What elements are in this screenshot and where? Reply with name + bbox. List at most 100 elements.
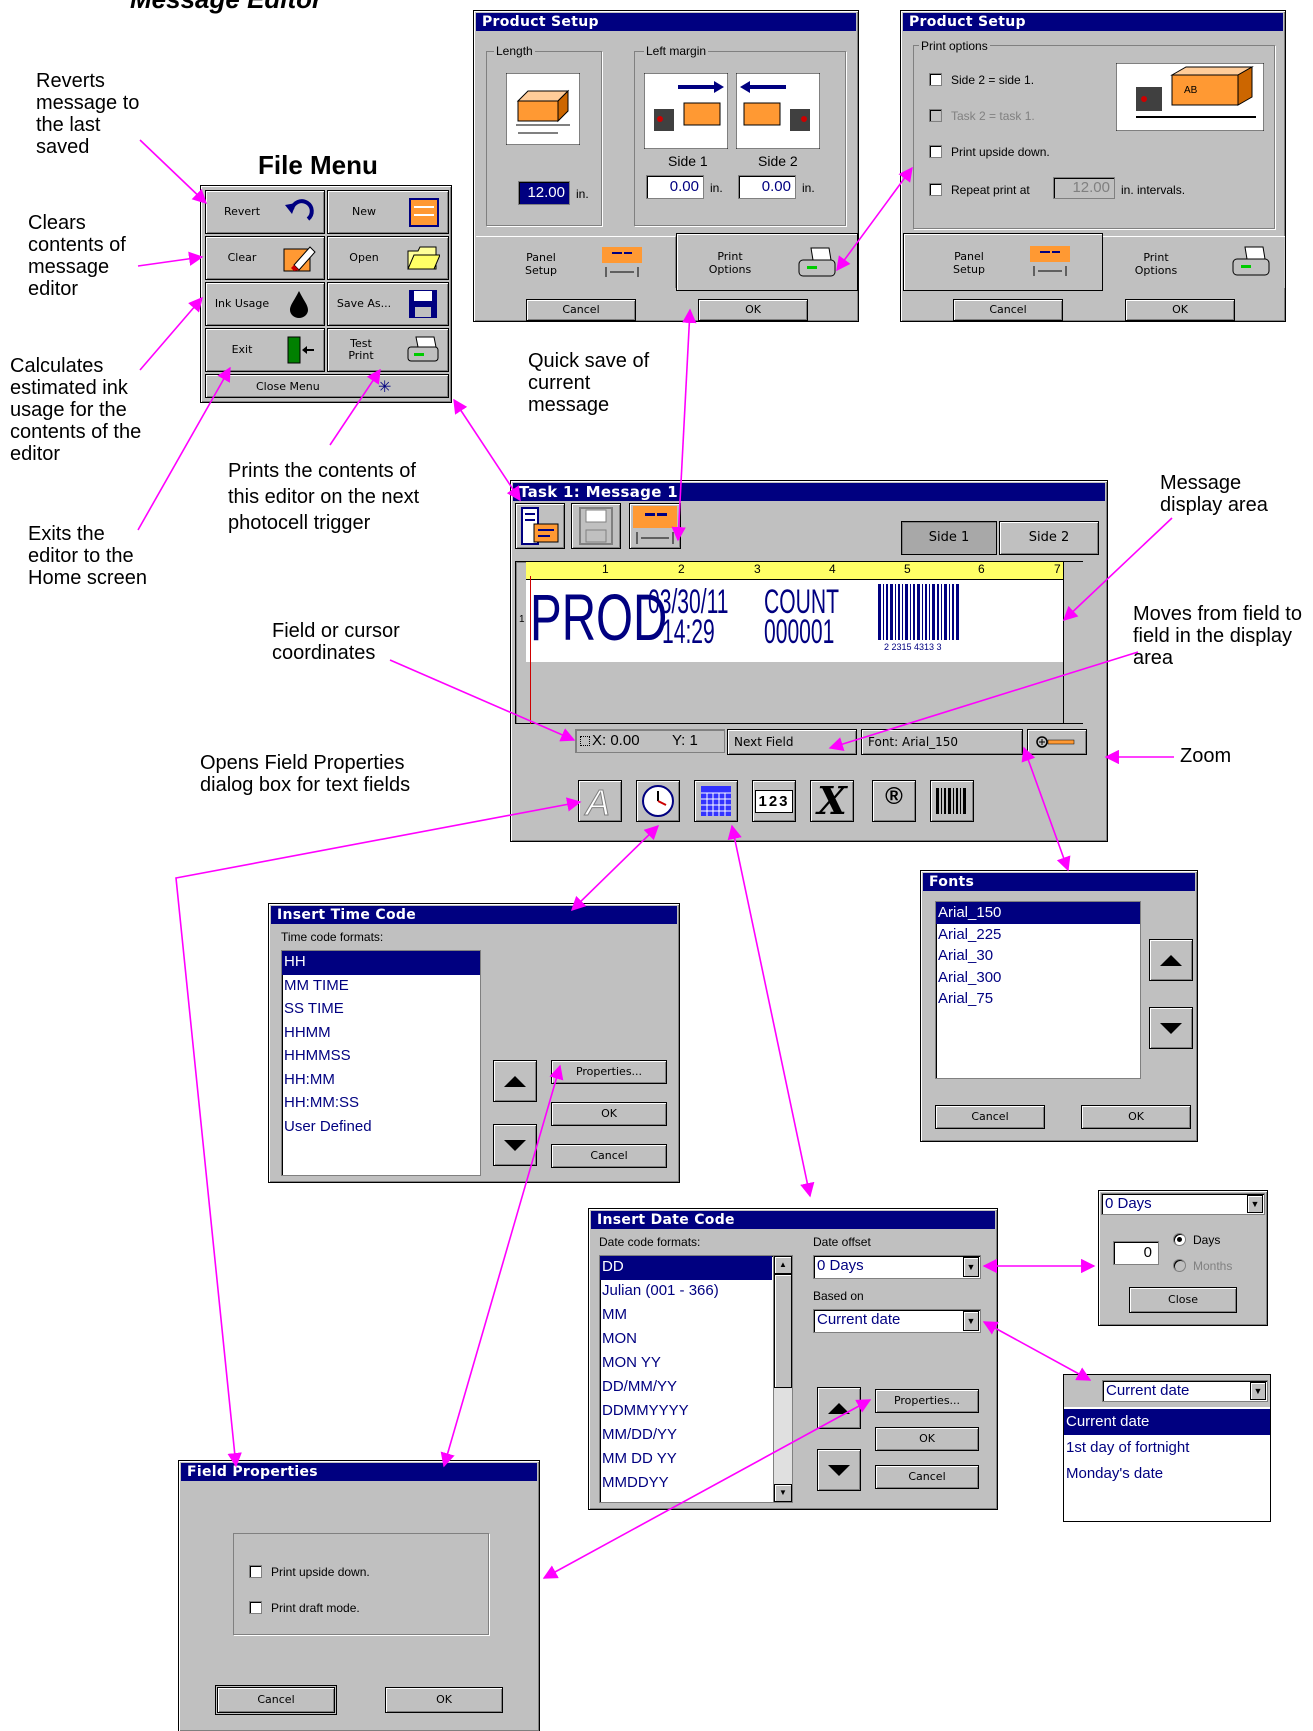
side2-tab[interactable]: Side 2 — [999, 521, 1099, 555]
scroll-up-arrow-icon[interactable]: ▲ — [774, 1256, 792, 1274]
zoom-button[interactable] — [1027, 729, 1087, 755]
list-item[interactable]: Arial_300 — [936, 967, 1140, 989]
properties-button[interactable]: Properties... — [875, 1389, 979, 1413]
tab-print-options[interactable]: Print Options — [1103, 236, 1285, 288]
scroll-up-button[interactable] — [817, 1387, 861, 1429]
field-time[interactable]: 14:29 — [662, 615, 715, 649]
offset-number-input[interactable]: 0 — [1113, 1241, 1159, 1265]
variable-button[interactable]: X — [810, 780, 854, 822]
test-print-button[interactable]: Test Print — [327, 328, 449, 372]
list-item[interactable]: HH:MM — [282, 1069, 480, 1093]
font-button[interactable]: Font: Arial_150 — [861, 729, 1023, 755]
list-item[interactable]: Julian (001 - 366) — [600, 1280, 772, 1304]
side1-tab[interactable]: Side 1 — [901, 521, 997, 555]
cancel-button[interactable]: Cancel — [215, 1685, 337, 1715]
vertical-scrollbar[interactable] — [1063, 562, 1083, 723]
scroll-up-button[interactable] — [1149, 939, 1193, 981]
scroll-down-button[interactable] — [493, 1124, 537, 1166]
list-item[interactable]: HH — [282, 951, 480, 975]
list-item[interactable]: MM — [600, 1304, 772, 1328]
product-setup-button[interactable] — [629, 503, 681, 549]
scroll-down-arrow-icon[interactable]: ▼ — [774, 1484, 792, 1502]
list-item[interactable]: Arial_75 — [936, 988, 1140, 1010]
close-menu-button[interactable]: Close Menu ✳ — [205, 374, 449, 398]
ok-button[interactable]: OK — [875, 1427, 979, 1451]
fonts-list[interactable]: Arial_150 Arial_225 Arial_30 Arial_300 A… — [935, 901, 1141, 1079]
date-offset-select[interactable]: 0 Days ▼ — [813, 1255, 981, 1279]
new-button[interactable]: New — [327, 190, 449, 234]
list-item[interactable]: MON YY — [600, 1352, 772, 1376]
print-upside-down-checkbox[interactable] — [249, 1565, 262, 1578]
revert-button[interactable]: Revert — [205, 190, 325, 234]
quick-save-button[interactable] — [571, 503, 621, 549]
list-item[interactable]: User Defined — [282, 1116, 480, 1140]
barcode-button[interactable] — [930, 780, 974, 822]
list-item[interactable]: MMDDYY — [600, 1472, 772, 1496]
time-code-formats-list[interactable]: HH MM TIME SS TIME HHMM HHMMSS HH:MM HH:… — [281, 950, 481, 1176]
cancel-button[interactable]: Cancel — [935, 1105, 1045, 1129]
list-item[interactable]: Monday's date — [1064, 1461, 1270, 1487]
side2-equals-side1-checkbox[interactable] — [929, 73, 942, 86]
tab-panel-setup[interactable]: Panel Setup — [903, 233, 1103, 291]
date-code-button[interactable] — [694, 780, 738, 822]
side1-margin-input[interactable]: 0.00 — [646, 175, 704, 199]
cancel-button[interactable]: Cancel — [551, 1144, 667, 1168]
ok-button[interactable]: OK — [1081, 1105, 1191, 1129]
save-as-button[interactable]: Save As... — [327, 282, 449, 326]
list-item[interactable]: HHMM — [282, 1022, 480, 1046]
tab-panel-setup[interactable]: Panel Setup — [476, 236, 676, 288]
exit-button[interactable]: Exit — [205, 328, 325, 372]
field-prod[interactable]: PROD — [530, 584, 667, 650]
clear-button[interactable]: Clear — [205, 236, 325, 280]
list-item[interactable]: 1st day of fortnight — [1064, 1435, 1270, 1461]
ok-button[interactable]: OK — [551, 1102, 667, 1126]
next-field-button[interactable]: Next Field — [727, 729, 857, 755]
scroll-up-button[interactable] — [493, 1060, 537, 1102]
list-scrollbar[interactable]: ▲ ▼ — [773, 1256, 792, 1502]
length-input[interactable]: 12.00 — [518, 181, 570, 205]
cancel-button[interactable]: Cancel — [875, 1465, 979, 1489]
ok-button[interactable]: OK — [1125, 299, 1235, 321]
counter-button[interactable]: 123 — [752, 780, 796, 822]
field-count-value[interactable]: 000001 — [764, 615, 834, 649]
list-item[interactable]: Arial_30 — [936, 945, 1140, 967]
list-item[interactable]: DDMMYYYY — [600, 1400, 772, 1424]
list-item[interactable]: MM DD YY — [600, 1448, 772, 1472]
list-item[interactable]: Arial_150 — [936, 902, 1140, 924]
based-on-select[interactable]: Current date ▼ — [1102, 1380, 1268, 1402]
scroll-down-button[interactable] — [1149, 1007, 1193, 1049]
tab-print-options[interactable]: Print Options — [676, 233, 858, 291]
list-item[interactable]: MM/DD/YY — [600, 1424, 772, 1448]
scroll-down-button[interactable] — [817, 1449, 861, 1491]
list-item[interactable]: Current date — [1064, 1409, 1270, 1435]
list-item[interactable]: MON — [600, 1328, 772, 1352]
date-code-formats-list[interactable]: DD Julian (001 - 366) MM MON MON YY DD/M… — [599, 1255, 793, 1503]
list-item[interactable]: HH:MM:SS — [282, 1092, 480, 1116]
cancel-button[interactable]: Cancel — [953, 299, 1063, 321]
properties-button[interactable]: Properties... — [551, 1060, 667, 1084]
print-upside-down-checkbox[interactable] — [929, 145, 942, 158]
ink-usage-button[interactable]: Ink Usage — [205, 282, 325, 326]
side2-margin-input[interactable]: 0.00 — [738, 175, 796, 199]
message-display-area[interactable]: 1 2 3 4 5 6 7 1 PROD 03/30/11 14:29 COUN… — [515, 561, 1083, 724]
text-tool-button[interactable]: A — [578, 780, 622, 822]
days-radio[interactable] — [1173, 1233, 1186, 1246]
repeat-print-checkbox[interactable] — [929, 183, 942, 196]
list-item[interactable]: DD — [600, 1256, 772, 1280]
list-item[interactable]: HHMMSS — [282, 1045, 480, 1069]
open-button[interactable]: Open — [327, 236, 449, 280]
scroll-thumb[interactable] — [774, 1274, 792, 1388]
logo-button[interactable]: ® — [872, 780, 916, 822]
list-item[interactable]: DD/MM/YY — [600, 1376, 772, 1400]
ok-button[interactable]: OK — [385, 1687, 503, 1713]
list-item[interactable]: Arial_225 — [936, 924, 1140, 946]
print-draft-mode-checkbox[interactable] — [249, 1601, 262, 1614]
file-menu-button[interactable] — [515, 503, 565, 549]
based-on-select[interactable]: Current date ▼ — [813, 1309, 981, 1333]
list-item[interactable]: MM TIME — [282, 975, 480, 999]
close-button[interactable]: Close — [1129, 1287, 1237, 1313]
time-code-button[interactable] — [636, 780, 680, 822]
offset-select[interactable]: 0 Days ▼ — [1101, 1193, 1265, 1215]
cancel-button[interactable]: Cancel — [526, 299, 636, 321]
list-item[interactable]: SS TIME — [282, 998, 480, 1022]
